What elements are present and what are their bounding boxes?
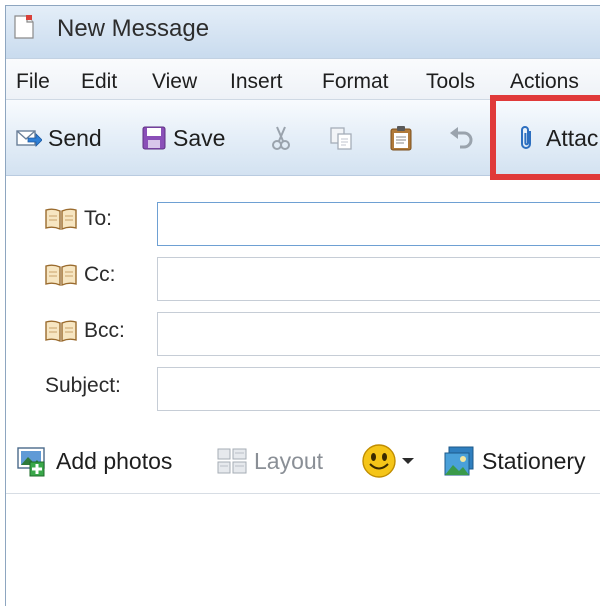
stationery-button[interactable]: Stationery [443,444,586,478]
to-button[interactable]: To: [44,207,112,231]
menu-file[interactable]: File [16,70,50,94]
layout-icon [217,448,247,474]
message-body[interactable] [6,494,600,606]
emoticon-button[interactable] [361,444,415,478]
add-photos-icon [17,447,45,477]
menu-tools[interactable]: Tools [426,70,475,94]
bcc-button[interactable]: Bcc: [44,319,125,343]
copy-icon [330,127,352,150]
address-book-icon [45,320,77,343]
save-label: Save [173,124,226,151]
save-icon [142,126,166,150]
paste-button[interactable] [388,122,420,154]
subject-field[interactable] [157,367,600,411]
address-book-icon [45,208,77,231]
menu-edit[interactable]: Edit [81,70,117,94]
subject-label: Subject: [45,374,121,397]
copy-button[interactable] [328,122,360,154]
cc-label: Cc: [84,263,116,286]
title-bar: New Message [6,6,600,58]
bcc-field[interactable] [157,312,600,356]
chevron-down-icon[interactable] [401,456,415,466]
format-bar: Add photos Layout Stationery [6,430,600,494]
to-label: To: [84,207,113,230]
cut-button[interactable] [268,122,300,154]
paste-icon [390,126,412,151]
undo-icon [450,127,473,149]
menu-format[interactable]: Format [322,70,389,94]
smiley-icon [362,444,396,478]
attach-button[interactable]: Attac [514,122,598,154]
send-icon [16,130,42,147]
cc-field[interactable] [157,257,600,301]
undo-button[interactable] [448,122,480,154]
menu-view[interactable]: View [152,70,197,94]
add-photos-button[interactable]: Add photos [16,444,172,478]
layout-label: Layout [254,447,324,474]
attach-label: Attac [546,124,599,151]
paperclip-icon [521,126,531,149]
send-button[interactable]: Send [16,122,102,154]
send-label: Send [48,124,102,151]
window-title: New Message [57,15,210,42]
cc-button[interactable]: Cc: [44,263,116,287]
address-book-icon [45,264,77,287]
bcc-label: Bcc: [84,319,125,342]
new-message-window: New Message File Edit View Insert Format… [5,5,600,606]
stationery-icon [444,446,474,476]
to-field[interactable] [157,202,600,246]
save-button[interactable]: Save [141,122,225,154]
menu-bar: File Edit View Insert Format Tools Actio… [6,58,600,100]
add-photos-label: Add photos [56,447,173,474]
new-message-icon [14,15,34,39]
layout-button[interactable]: Layout [216,444,323,478]
stationery-label: Stationery [482,447,586,474]
main-toolbar: Send Save Attac [6,95,600,180]
menu-insert[interactable]: Insert [230,70,283,94]
menu-actions[interactable]: Actions [510,70,579,94]
cut-icon [272,126,290,150]
